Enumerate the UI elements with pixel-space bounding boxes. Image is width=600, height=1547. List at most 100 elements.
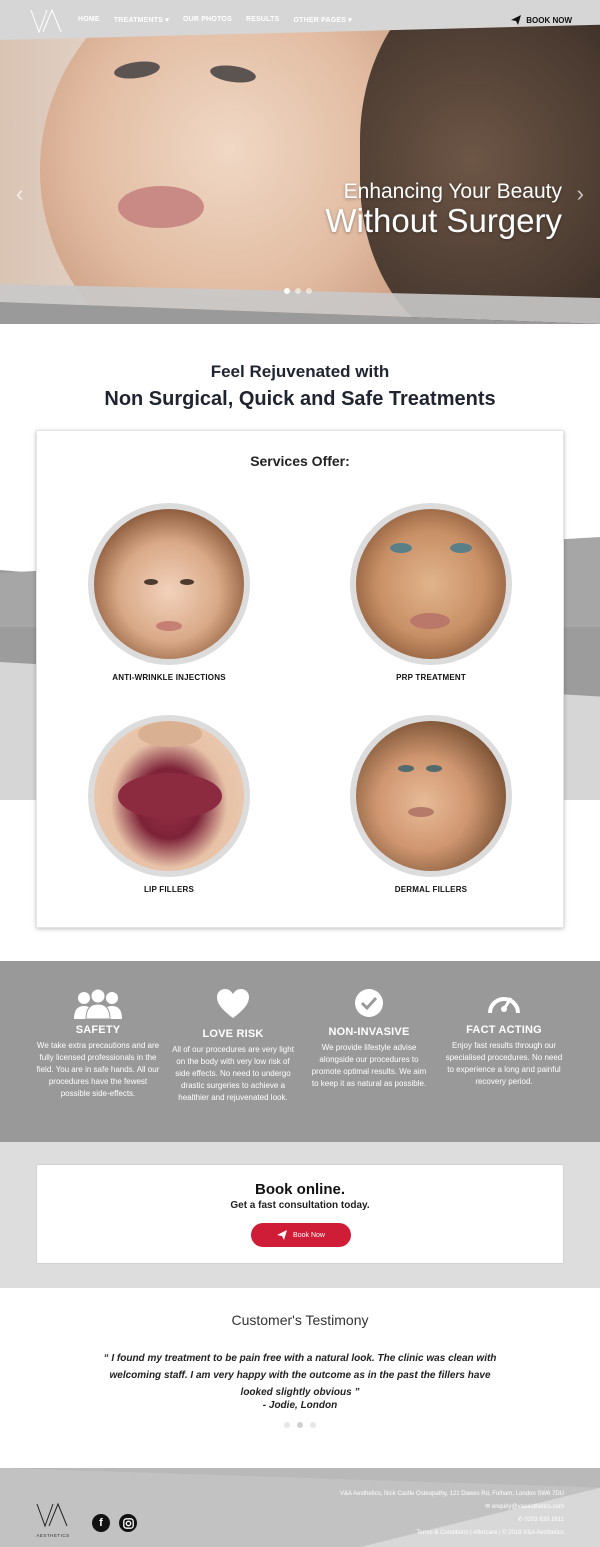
instagram-icon[interactable] <box>119 1514 137 1532</box>
feature-love-risk: LOVE RISK All of our procedures are very… <box>172 989 294 1104</box>
service-image-eye <box>426 765 442 772</box>
testimony-author: - Jodie, London <box>262 1400 338 1411</box>
nav-treatments[interactable]: TREATMENTS ▾ <box>114 16 169 24</box>
feature-title: FACT ACTING <box>466 1024 542 1036</box>
feature-title: SAFETY <box>75 1024 121 1036</box>
testimony-dot[interactable] <box>297 1422 303 1428</box>
service-image-eye <box>144 579 158 585</box>
service-image-nose <box>138 721 202 747</box>
service-dermal-fillers[interactable]: DERMAL FILLERS <box>331 715 531 894</box>
footer-contact: V&A Aesthetics, Nick Castle Osteopathy, … <box>340 1488 564 1540</box>
features-band: SAFETY We take extra precautions and are… <box>0 961 600 1142</box>
service-image-lips <box>408 807 434 817</box>
paper-plane-icon <box>511 15 522 25</box>
page: HOME TREATMENTS ▾ OUR PHOTOS RESULTS OTH… <box>0 0 600 1547</box>
service-image <box>88 715 250 877</box>
service-image-eye <box>180 579 194 585</box>
service-image-eye <box>450 543 472 553</box>
top-navigation: HOME TREATMENTS ▾ OUR PHOTOS RESULTS OTH… <box>0 0 600 40</box>
speedometer-icon <box>488 997 520 1014</box>
hero-headline-line2: Without Surgery <box>325 202 562 239</box>
book-subheading: Get a fast consultation today. <box>230 1200 370 1211</box>
feature-safety: SAFETY We take extra precautions and are… <box>36 988 160 1100</box>
footer-email-text: enquiry@vaaesthetics.com <box>491 1504 564 1510</box>
hero-slide-indicators <box>284 288 312 294</box>
feature-non-invasive: NON-INVASIVE We provide lifestyle advise… <box>310 989 428 1090</box>
nav-menu: HOME TREATMENTS ▾ OUR PHOTOS RESULTS OTH… <box>78 16 352 24</box>
nav-our-photos[interactable]: OUR PHOTOS <box>183 16 232 24</box>
footer-address: V&A Aesthetics, Nick Castle Osteopathy, … <box>340 1491 564 1497</box>
footer: AESTHETICS f V&A Aesthetics, Nick Castle… <box>0 1468 600 1547</box>
envelope-icon: ✉ <box>485 1504 492 1510</box>
intro-line1: Feel Rejuvenated with <box>210 362 390 381</box>
feature-description: We take extra precautions and are fully … <box>36 1041 160 1098</box>
book-now-button[interactable]: Book Now <box>251 1223 351 1247</box>
testimony-dot[interactable] <box>310 1422 316 1428</box>
heart-icon <box>217 989 249 1018</box>
service-image-eye <box>398 765 414 772</box>
hero-headline-line1: Enhancing Your Beauty <box>343 180 562 203</box>
book-online-section: Book online. Get a fast consultation tod… <box>0 1142 600 1288</box>
book-now-button-label: Book Now <box>293 1231 325 1239</box>
footer-logo[interactable]: AESTHETICS <box>34 1502 72 1538</box>
testimony-title: Customer's Testimony <box>231 1312 369 1328</box>
nav-book-now[interactable]: BOOK NOW <box>511 15 572 25</box>
nav-results[interactable]: RESULTS <box>246 16 280 24</box>
service-label: PRP TREATMENT <box>396 673 466 682</box>
service-image <box>88 503 250 665</box>
va-logo[interactable] <box>30 8 64 34</box>
footer-logo-subtitle: AESTHETICS <box>36 1533 70 1538</box>
footer-legal-links[interactable]: Terms & Conditions | Aftercare | © 2018 … <box>340 1527 564 1540</box>
paper-plane-icon <box>277 1230 288 1240</box>
footer-phone-text: 0203 633 1611 <box>524 1517 564 1523</box>
facebook-icon[interactable]: f <box>92 1514 110 1532</box>
hero-image-lips <box>118 186 204 228</box>
service-prp[interactable]: PRP TREATMENT <box>331 503 531 682</box>
footer-phone[interactable]: ✆ 0203 633 1611 <box>340 1514 564 1527</box>
testimony-quote: “ I found my treatment to be pain free w… <box>103 1353 497 1398</box>
feature-title: NON-INVASIVE <box>328 1026 410 1038</box>
nav-other-pages[interactable]: OTHER PAGES ▾ <box>294 16 353 24</box>
nav-home[interactable]: HOME <box>78 16 100 24</box>
nav-book-now-label: BOOK NOW <box>526 15 572 25</box>
book-online-card: Book online. Get a fast consultation tod… <box>36 1164 564 1264</box>
intro-heading: Feel Rejuvenated with Non Surgical, Quic… <box>0 362 600 411</box>
service-image-lips <box>410 613 450 629</box>
feature-description: All of our procedures are very light on … <box>172 1045 294 1102</box>
hero-headline: Enhancing Your Beauty Without Surgery <box>325 180 562 240</box>
service-lip-fillers[interactable]: LIP FILLERS <box>69 715 269 894</box>
service-image <box>350 715 512 877</box>
slide-dot[interactable] <box>295 288 301 294</box>
intro-line2: Non Surgical, Quick and Safe Treatments <box>104 388 496 410</box>
testimony-dot[interactable] <box>284 1422 290 1428</box>
services-card: Services Offer: ANTI-WRINKLE INJECTIONS … <box>36 430 564 928</box>
slide-dot[interactable] <box>284 288 290 294</box>
va-logo <box>36 1502 68 1528</box>
feature-description: Enjoy fast results through our specialis… <box>445 1041 563 1086</box>
service-image-lips <box>118 773 222 819</box>
feature-fact-acting: FACT ACTING Enjoy fast results through o… <box>444 989 564 1088</box>
service-image <box>350 503 512 665</box>
hero-prev-arrow[interactable]: ‹ <box>16 183 28 205</box>
nav-treatments-label: TREATMENTS <box>113 17 164 24</box>
people-icon <box>74 988 122 1020</box>
service-image-eye <box>390 543 412 553</box>
chevron-down-icon: ▾ <box>165 17 169 24</box>
feature-title: LOVE RISK <box>202 1028 264 1040</box>
nav-other-pages-label: OTHER PAGES <box>293 17 347 24</box>
service-label: ANTI-WRINKLE INJECTIONS <box>112 673 226 682</box>
service-anti-wrinkle[interactable]: ANTI-WRINKLE INJECTIONS <box>69 503 269 682</box>
slide-dot[interactable] <box>306 288 312 294</box>
feature-description: We provide lifestyle advise alongside ou… <box>311 1043 427 1088</box>
services-title: Services Offer: <box>250 453 350 469</box>
footer-email[interactable]: ✉ enquiry@vaaesthetics.com <box>340 1501 564 1514</box>
book-heading: Book online. <box>255 1181 345 1198</box>
hero-slider: HOME TREATMENTS ▾ OUR PHOTOS RESULTS OTH… <box>0 0 600 324</box>
service-label: DERMAL FILLERS <box>394 885 468 894</box>
check-circle-icon <box>355 989 383 1017</box>
hero-image-hair <box>360 0 600 324</box>
testimony-indicators <box>284 1422 316 1428</box>
instagram-glyph <box>122 1517 134 1529</box>
service-image-lips <box>156 621 182 631</box>
hero-next-arrow[interactable]: › <box>572 183 584 205</box>
